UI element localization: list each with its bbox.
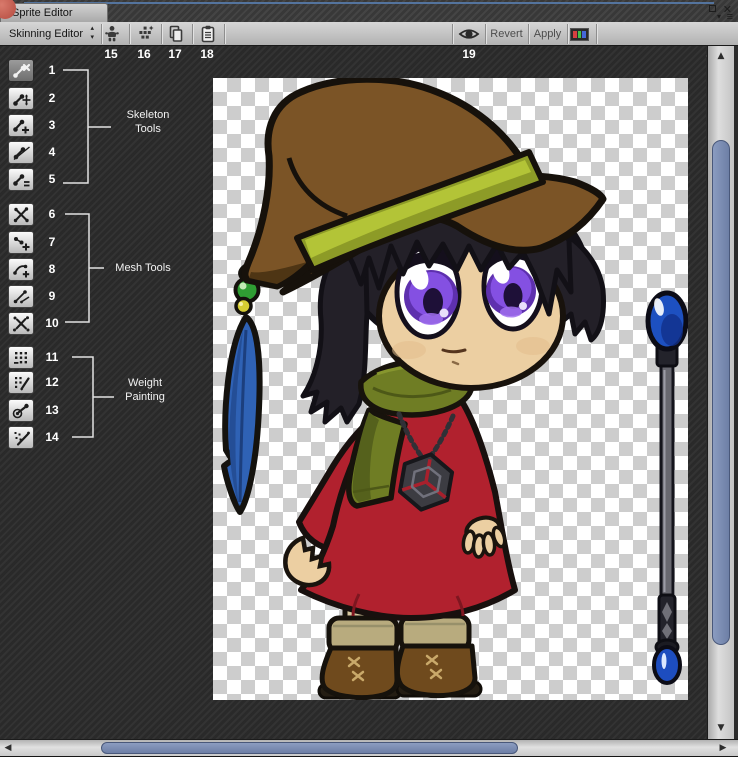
scroll-left-icon[interactable]: ◀ (1, 742, 15, 754)
callout-5: 5 (40, 168, 64, 191)
eye-icon[interactable] (457, 25, 481, 43)
copy-icon[interactable] (164, 25, 188, 43)
mode-dropdown-value: Skinning Editor (9, 28, 83, 40)
toolbar-separator (129, 24, 130, 44)
tool-button-8[interactable] (8, 258, 34, 281)
tool-button-11[interactable] (8, 346, 34, 369)
dots-wand-icon (15, 432, 22, 441)
mode-dropdown[interactable]: Skinning Editor ▴ ▾ (4, 24, 98, 44)
tool-button-6[interactable] (8, 203, 34, 226)
callout-12: 12 (40, 371, 64, 394)
bone-x-icon (11, 62, 31, 80)
callout-14: 14 (40, 426, 64, 449)
window-title: Sprite Editor (12, 7, 73, 19)
toolbar-separator (485, 24, 486, 44)
tool-button-7[interactable] (8, 231, 34, 254)
callout-9: 9 (40, 285, 64, 308)
group-label-mesh-tools: Mesh Tools (104, 261, 182, 275)
callout-2: 2 (40, 87, 64, 110)
dot-grid-icon (14, 352, 27, 364)
bone-lines-icon (11, 171, 31, 189)
character-doll-icon[interactable] (100, 25, 124, 43)
callout-4: 4 (40, 141, 64, 164)
dots-pen-icon (15, 377, 22, 388)
vertical-scrollbar-thumb[interactable] (712, 140, 730, 645)
edge-split-icon (11, 288, 31, 306)
callout-3: 3 (40, 114, 64, 137)
paste-icon[interactable] (196, 25, 220, 43)
tool-button-5[interactable] (8, 168, 34, 191)
sprite-canvas[interactable] (213, 78, 688, 700)
callout-15: 15 (99, 47, 123, 61)
horizontal-scrollbar-thumb[interactable] (101, 742, 518, 754)
vertex-plus-icon (11, 234, 31, 252)
sprite-artwork (213, 78, 688, 700)
revert-button[interactable]: Revert (487, 24, 526, 44)
toolbar: Skinning Editor ▴ ▾ (0, 22, 738, 46)
callout-17: 17 (163, 47, 187, 61)
bone-plus-icon (11, 117, 31, 135)
scroll-up-icon[interactable]: ▲ (714, 50, 728, 62)
tool-button-10[interactable] (8, 312, 34, 335)
hat-beads-feather (224, 261, 269, 512)
rgb-channels-icon[interactable] (570, 28, 589, 41)
mouth (443, 350, 465, 352)
toolbar-separator (596, 24, 597, 44)
crossed-pins-icon (11, 206, 31, 224)
bone-move-icon (11, 90, 31, 108)
callout-8: 8 (40, 258, 64, 281)
toolbar-separator (452, 24, 453, 44)
edge-plus-icon (11, 261, 31, 279)
tool-button-9[interactable] (8, 285, 34, 308)
crossed-pins-dots-icon (11, 315, 31, 333)
callout-1: 1 (40, 59, 64, 82)
bone-split-icon (11, 144, 31, 162)
callout-7: 7 (40, 231, 64, 254)
toolbar-separator (224, 24, 225, 44)
toolbar-separator (161, 24, 162, 44)
editor-workspace[interactable]: 15 16 17 18 19 (0, 46, 706, 739)
sprite-editor-window: Sprite Editor ✕ ▾ ≡ Skinning Editor ▴ ▾ (0, 0, 738, 757)
callout-6: 6 (40, 203, 64, 226)
toolbar-separator (528, 24, 529, 44)
group-label-skeleton-tools: SkeletonTools (116, 108, 180, 136)
dropdown-arrows-icon: ▴ ▾ (90, 24, 94, 42)
callout-13: 13 (40, 399, 64, 422)
callout-10: 10 (40, 312, 64, 335)
tool-button-3[interactable] (8, 114, 34, 137)
vertical-scrollbar[interactable]: ▲ ▼ (707, 46, 734, 739)
character-pieces-icon[interactable] (133, 25, 157, 43)
callout-11: 11 (40, 346, 64, 369)
tool-button-2[interactable] (8, 87, 34, 110)
toolbar-separator (192, 24, 193, 44)
tool-button-4[interactable] (8, 141, 34, 164)
callout-16: 16 (132, 47, 156, 61)
tool-button-12[interactable] (8, 371, 34, 394)
callout-19: 19 (457, 47, 481, 61)
window-controls: ✕ ▾ ≡ (702, 2, 734, 22)
tool-button-1[interactable] (8, 59, 34, 82)
group-label-weight-painting: WeightPainting (114, 376, 176, 404)
tool-button-13[interactable] (8, 399, 34, 422)
tool-button-14[interactable] (8, 426, 34, 449)
scroll-down-icon[interactable]: ▼ (714, 722, 728, 734)
tab-caret-icon[interactable]: ▾ (717, 12, 721, 21)
scroll-right-icon[interactable]: ▶ (716, 742, 730, 754)
sprite-editor-tab[interactable]: Sprite Editor (0, 3, 108, 22)
apply-button[interactable]: Apply (530, 24, 565, 44)
focus-accent-line (24, 2, 714, 4)
title-bar: Sprite Editor ✕ ▾ ≡ (0, 0, 738, 22)
horizontal-scrollbar[interactable]: ◀ ▶ (0, 739, 738, 756)
staff-sprite (648, 293, 686, 683)
callout-18: 18 (195, 47, 219, 61)
maximize-icon[interactable] (709, 5, 716, 12)
toolbar-separator (567, 24, 568, 44)
bone-loop-icon (11, 402, 31, 420)
